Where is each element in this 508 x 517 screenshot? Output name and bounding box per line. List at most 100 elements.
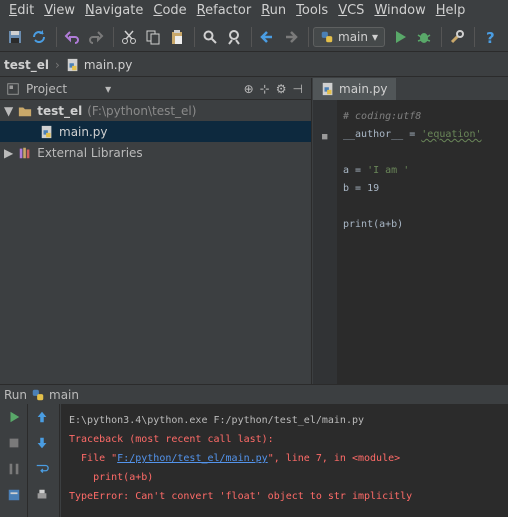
rerun-button[interactable] — [0, 404, 28, 430]
paste-button[interactable] — [166, 26, 188, 48]
run-label: Run — [4, 387, 28, 402]
redo-button[interactable] — [85, 26, 107, 48]
wrench-icon — [450, 29, 465, 43]
editor-tabs: main.py — [313, 78, 508, 100]
redo-icon — [89, 30, 104, 44]
project-panel-toolbar: Project ▾ ⊕ ⊹ ⚙ ⊣ — [0, 78, 311, 100]
stop-button[interactable] — [0, 430, 28, 456]
editor: main.py ■ # coding:utf8 __author__ = 'eq… — [313, 78, 508, 384]
run-config-label: main — [338, 29, 368, 44]
bug-icon — [417, 32, 431, 43]
menu-navigate[interactable]: Navigate — [80, 0, 148, 22]
debug-button[interactable] — [413, 26, 435, 48]
arrow-left-icon — [260, 30, 272, 43]
chevron-down-icon[interactable]: ▼ — [4, 104, 13, 118]
gear-icon[interactable]: ⚙ — [276, 82, 287, 96]
code-area[interactable]: ■ # coding:utf8 __author__ = 'equation' … — [313, 100, 508, 384]
run-config-select[interactable]: main ▾ — [313, 26, 386, 47]
undo-button[interactable] — [61, 26, 83, 48]
chevron-down-icon[interactable]: ▾ — [105, 82, 111, 96]
code-string: 'equation' — [421, 129, 482, 140]
collapse-all-icon[interactable]: ⊹ — [260, 82, 270, 96]
python-file-icon — [322, 82, 333, 96]
scroll-down-button[interactable] — [28, 430, 56, 456]
soft-wrap-button[interactable] — [28, 456, 56, 482]
tree-root-path: (F:\python\test_el) — [87, 103, 197, 118]
arrow-right-icon — [286, 30, 298, 43]
editor-tab-main-py[interactable]: main.py — [313, 78, 396, 100]
settings-button[interactable] — [446, 26, 468, 48]
menu-help[interactable]: Help — [431, 0, 471, 22]
code-line: print(a+b) — [343, 219, 404, 230]
run-side-toolbar-2 — [28, 404, 60, 517]
project-panel: Project ▾ ⊕ ⊹ ⚙ ⊣ ▼ test_el (F:\python\t… — [0, 78, 312, 384]
search-icon — [203, 30, 217, 44]
console-icon — [8, 489, 20, 501]
cut-button[interactable] — [118, 26, 140, 48]
console-line: File "F:/python/test_el/main.py", line 7… — [69, 452, 400, 466]
code-string: 'I am ' — [367, 165, 410, 176]
python-icon — [32, 389, 44, 400]
copy-button[interactable] — [142, 26, 164, 48]
save-all-button[interactable] — [4, 26, 26, 48]
tree-item-external-libraries[interactable]: ▶ External Libraries — [0, 142, 311, 163]
console-line: TypeError: Can't convert 'float' object … — [69, 491, 413, 502]
menu-view[interactable]: View — [39, 0, 80, 22]
tree-item-label: External Libraries — [37, 145, 143, 160]
code-line: b = 19 — [343, 183, 380, 194]
code-token: __author__ = — [343, 129, 422, 140]
code-line: a = 'I am ' — [343, 164, 409, 178]
locate-icon[interactable]: ⊕ — [244, 82, 254, 96]
print-button[interactable] — [28, 482, 56, 508]
pause-icon — [9, 463, 19, 475]
replace-button[interactable] — [223, 26, 245, 48]
find-button[interactable] — [199, 26, 221, 48]
menu-tools[interactable]: Tools — [291, 0, 333, 22]
console-line: Traceback (most recent call last): — [69, 434, 274, 445]
menu-code[interactable]: Code — [148, 0, 191, 22]
wrap-icon — [36, 464, 49, 473]
run-config-name[interactable]: main — [49, 388, 79, 402]
sync-button[interactable] — [28, 26, 50, 48]
tree-root-test_el[interactable]: ▼ test_el (F:\python\test_el) — [0, 100, 311, 121]
main-toolbar: main ▾ ? — [0, 22, 508, 52]
menu-window[interactable]: Window — [369, 0, 430, 22]
forward-button[interactable] — [280, 26, 302, 48]
python-icon — [321, 31, 333, 42]
pause-button[interactable] — [0, 456, 28, 482]
menu-run[interactable]: Run — [256, 0, 291, 22]
library-icon — [19, 147, 30, 158]
dump-threads-button[interactable] — [0, 482, 28, 508]
run-button[interactable] — [389, 26, 411, 48]
breadcrumb-project[interactable]: test_el — [4, 58, 49, 72]
editor-tab-label: main.py — [339, 82, 388, 96]
console-line: E:\python3.4\python.exe F:/python/test_e… — [69, 415, 365, 426]
hide-panel-icon[interactable]: ⊣ — [293, 82, 303, 96]
menu-vcs[interactable]: VCS — [333, 0, 369, 22]
arrow-up-icon — [37, 411, 47, 423]
menu-refactor[interactable]: Refactor — [192, 0, 257, 22]
menu-edit[interactable]: Edit — [4, 0, 39, 22]
play-icon — [396, 30, 407, 43]
console-output[interactable]: E:\python3.4\python.exe F:/python/test_e… — [61, 404, 508, 517]
copy-icon — [146, 30, 160, 44]
back-button[interactable] — [256, 26, 278, 48]
editor-gutter[interactable] — [313, 100, 337, 384]
save-icon — [9, 30, 21, 43]
python-file-icon — [41, 125, 52, 138]
traceback-file-link[interactable]: F:/python/test_el/main.py — [117, 453, 268, 464]
paste-icon — [172, 29, 182, 44]
toolbar-separator — [251, 26, 252, 47]
project-view-icon — [7, 82, 19, 95]
scroll-up-button[interactable] — [28, 404, 56, 430]
stop-icon — [9, 438, 19, 448]
toolbar-separator — [441, 26, 443, 47]
chevron-right-icon[interactable]: ▶ — [4, 146, 13, 160]
help-button[interactable]: ? — [479, 26, 501, 48]
breadcrumb-file[interactable]: main.py — [66, 58, 132, 72]
tree-item-main-py[interactable]: main.py — [0, 121, 311, 142]
print-icon — [37, 489, 47, 499]
breadcrumb-project-label: test_el — [4, 57, 50, 72]
chevron-down-icon: ▾ — [371, 29, 379, 44]
project-panel-title[interactable]: Project — [26, 82, 67, 96]
